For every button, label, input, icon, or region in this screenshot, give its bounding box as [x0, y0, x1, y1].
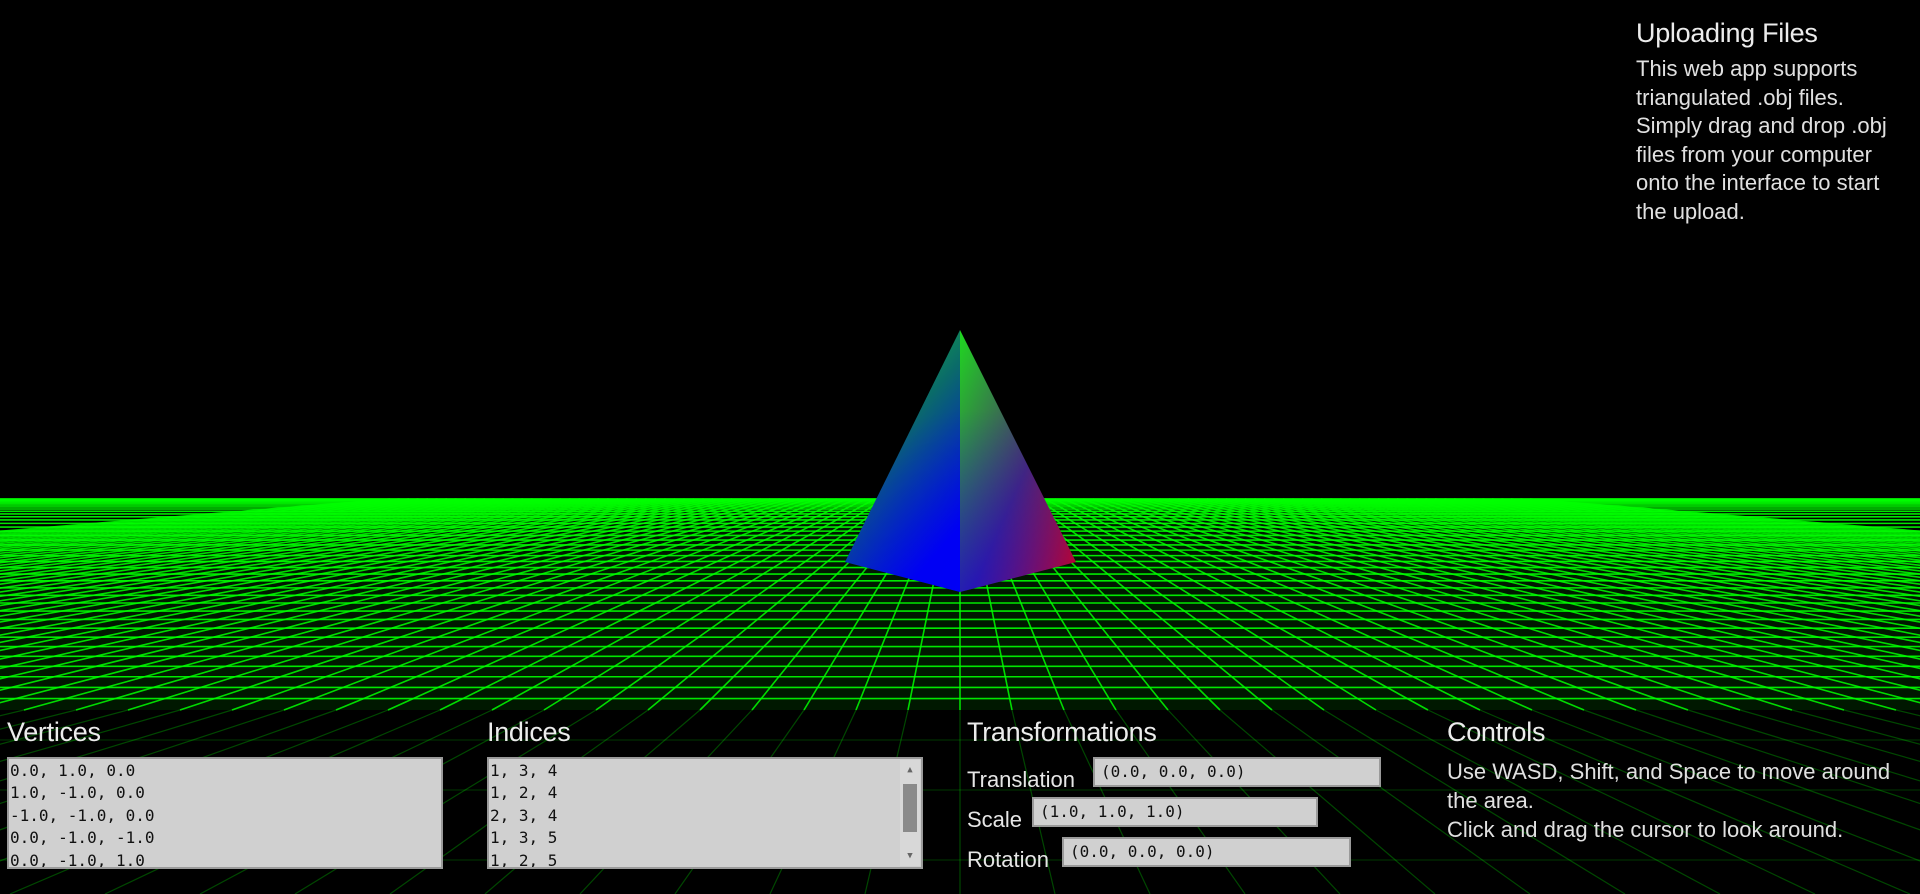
index-line: 1, 2, 4	[490, 783, 558, 803]
indices-textarea[interactable]: 1, 3, 4 1, 2, 4 2, 3, 4 1, 3, 5 1, 2, 5 …	[487, 757, 923, 869]
vertex-line: 1.0, -1.0, 0.0	[10, 783, 145, 803]
upload-info-line: files from your computer	[1636, 141, 1872, 167]
controls-look-text: Click and drag the cursor to look around…	[1447, 817, 1844, 842]
vertices-textarea[interactable]: 0.0, 1.0, 0.0 1.0, -1.0, 0.0 -1.0, -1.0,…	[7, 757, 443, 869]
vertices-section: Vertices	[7, 714, 477, 750]
upload-info-line: Simply drag and drop .obj	[1636, 113, 1887, 138]
scroll-up-icon[interactable]: ▲	[900, 762, 920, 778]
upload-info-text: This web app supports triangulated .obj …	[1636, 55, 1920, 226]
scale-input[interactable]: (1.0, 1.0, 1.0)	[1032, 797, 1318, 827]
translation-input[interactable]: (0.0, 0.0, 0.0)	[1093, 757, 1381, 787]
translation-label: Translation	[967, 767, 1076, 792]
controls-move-text: Use WASD, Shift, and Space to move aroun…	[1447, 759, 1891, 813]
pyramid-mesh	[845, 330, 1076, 592]
transformations-section: Transformations	[967, 714, 1437, 750]
indices-section: Indices	[487, 714, 957, 750]
vertex-line: 0.0, -1.0, 1.0	[10, 850, 145, 869]
upload-info-line: onto the interface to start	[1636, 170, 1880, 195]
vertex-line: 0.0, 1.0, 0.0	[10, 761, 136, 780]
vertex-line: -1.0, -1.0, 0.0	[10, 805, 155, 825]
upload-info-line: This web app supports	[1636, 56, 1858, 81]
scrollbar-thumb[interactable]	[903, 784, 917, 832]
indices-title: Indices	[487, 717, 571, 747]
vertices-title: Vertices	[7, 717, 101, 747]
upload-info-panel: Uploading Files This web app supports tr…	[1636, 18, 1920, 226]
vertex-line: 0.0, -1.0, -1.0	[10, 828, 155, 848]
controls-title: Controls	[1447, 717, 1546, 747]
index-line: 1, 3, 4	[490, 761, 558, 780]
index-line: 1, 3, 5	[490, 828, 558, 848]
indices-scrollbar[interactable]: ▲ ▼	[900, 760, 920, 866]
transformations-title: Transformations	[967, 717, 1157, 747]
index-line: 1, 2, 5	[490, 850, 558, 869]
rotation-label: Rotation	[967, 847, 1049, 872]
scale-label: Scale	[967, 807, 1023, 832]
rotation-input[interactable]: (0.0, 0.0, 0.0)	[1062, 837, 1351, 867]
index-line: 2, 3, 4	[490, 805, 558, 825]
pyramid-blue-glow	[845, 330, 1076, 592]
scroll-down-icon[interactable]: ▼	[900, 848, 920, 864]
upload-info-line: triangulated .obj files.	[1636, 84, 1844, 110]
upload-info-line: the upload.	[1636, 198, 1745, 224]
upload-info-title: Uploading Files	[1636, 18, 1818, 48]
controls-section: Controls	[1447, 714, 1917, 750]
controls-help: Use WASD, Shift, and Space to move aroun…	[1447, 757, 1917, 844]
